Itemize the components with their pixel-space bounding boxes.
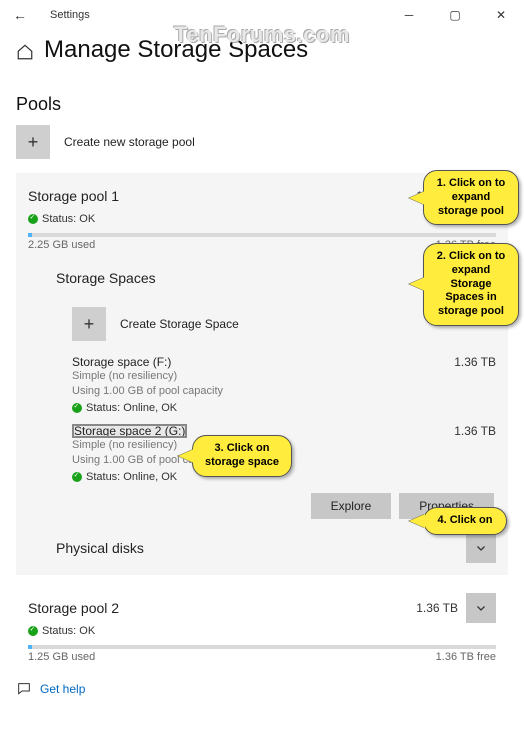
page-title: Manage Storage Spaces xyxy=(44,36,308,64)
storage-pool-2: Storage pool 2 1.36 TB Status: OK 1.25 G… xyxy=(16,585,508,663)
status-ok-icon xyxy=(28,626,38,636)
storage-spaces-heading: Storage Spaces xyxy=(56,270,156,286)
titlebar: ← Settings ─ ▢ ✕ xyxy=(0,0,524,30)
chat-icon xyxy=(16,681,32,697)
pool-size: 1.36 TB xyxy=(416,601,458,615)
chevron-down-icon xyxy=(475,602,487,614)
space-size: 1.36 TB xyxy=(454,424,496,438)
usage-free: 1.36 TB free xyxy=(436,651,496,663)
physical-disks-heading: Physical disks xyxy=(56,540,144,556)
chevron-down-icon xyxy=(475,542,487,554)
pools-heading: Pools xyxy=(16,94,508,115)
space-status: Status: Online, OK xyxy=(86,402,177,414)
space-status: Status: Online, OK xyxy=(86,471,177,483)
status-ok-icon xyxy=(72,403,82,413)
annotation-4: 4. Click on xyxy=(423,507,507,535)
window-title: Settings xyxy=(50,9,90,21)
storage-space-f[interactable]: Storage space (F:) 1.36 TB Simple (no re… xyxy=(56,355,496,414)
pool-name: Storage pool 2 xyxy=(28,600,119,616)
physical-disks-expand-button[interactable] xyxy=(466,533,496,563)
plus-icon: + xyxy=(72,307,106,341)
usage-used: 1.25 GB used xyxy=(28,651,95,663)
pool-name: Storage pool 1 xyxy=(28,188,119,204)
pool-expand-button[interactable] xyxy=(466,593,496,623)
space-resiliency: Simple (no resiliency) xyxy=(72,369,496,384)
usage-used: 2.25 GB used xyxy=(28,239,95,251)
create-pool-row[interactable]: + Create new storage pool xyxy=(16,125,508,159)
usage-bar xyxy=(28,645,496,649)
minimize-button[interactable]: ─ xyxy=(386,0,432,30)
explore-button[interactable]: Explore xyxy=(311,493,392,519)
plus-icon: + xyxy=(16,125,50,159)
status-ok-icon xyxy=(72,472,82,482)
maximize-button[interactable]: ▢ xyxy=(432,0,478,30)
get-help-link[interactable]: Get help xyxy=(40,682,85,696)
annotation-2: 2. Click on to expand Storage Spaces in … xyxy=(423,243,519,326)
get-help-row[interactable]: Get help xyxy=(16,681,524,697)
space-name: Storage space 2 (G:) xyxy=(72,424,187,438)
home-icon[interactable] xyxy=(16,43,34,61)
status-ok-icon xyxy=(28,214,38,224)
create-pool-label: Create new storage pool xyxy=(64,135,195,149)
pool-status: Status: OK xyxy=(42,213,95,225)
usage-bar xyxy=(28,233,496,237)
space-size: 1.36 TB xyxy=(454,355,496,369)
annotation-3: 3. Click on storage space xyxy=(192,435,292,477)
space-capacity: Using 1.00 GB of pool capacity xyxy=(72,384,496,399)
create-space-label: Create Storage Space xyxy=(120,317,239,331)
back-button[interactable]: ← xyxy=(8,7,32,23)
close-button[interactable]: ✕ xyxy=(478,0,524,30)
pool-status: Status: OK xyxy=(42,625,95,637)
annotation-1: 1. Click on to expand storage pool xyxy=(423,170,519,225)
space-name: Storage space (F:) xyxy=(72,355,171,369)
